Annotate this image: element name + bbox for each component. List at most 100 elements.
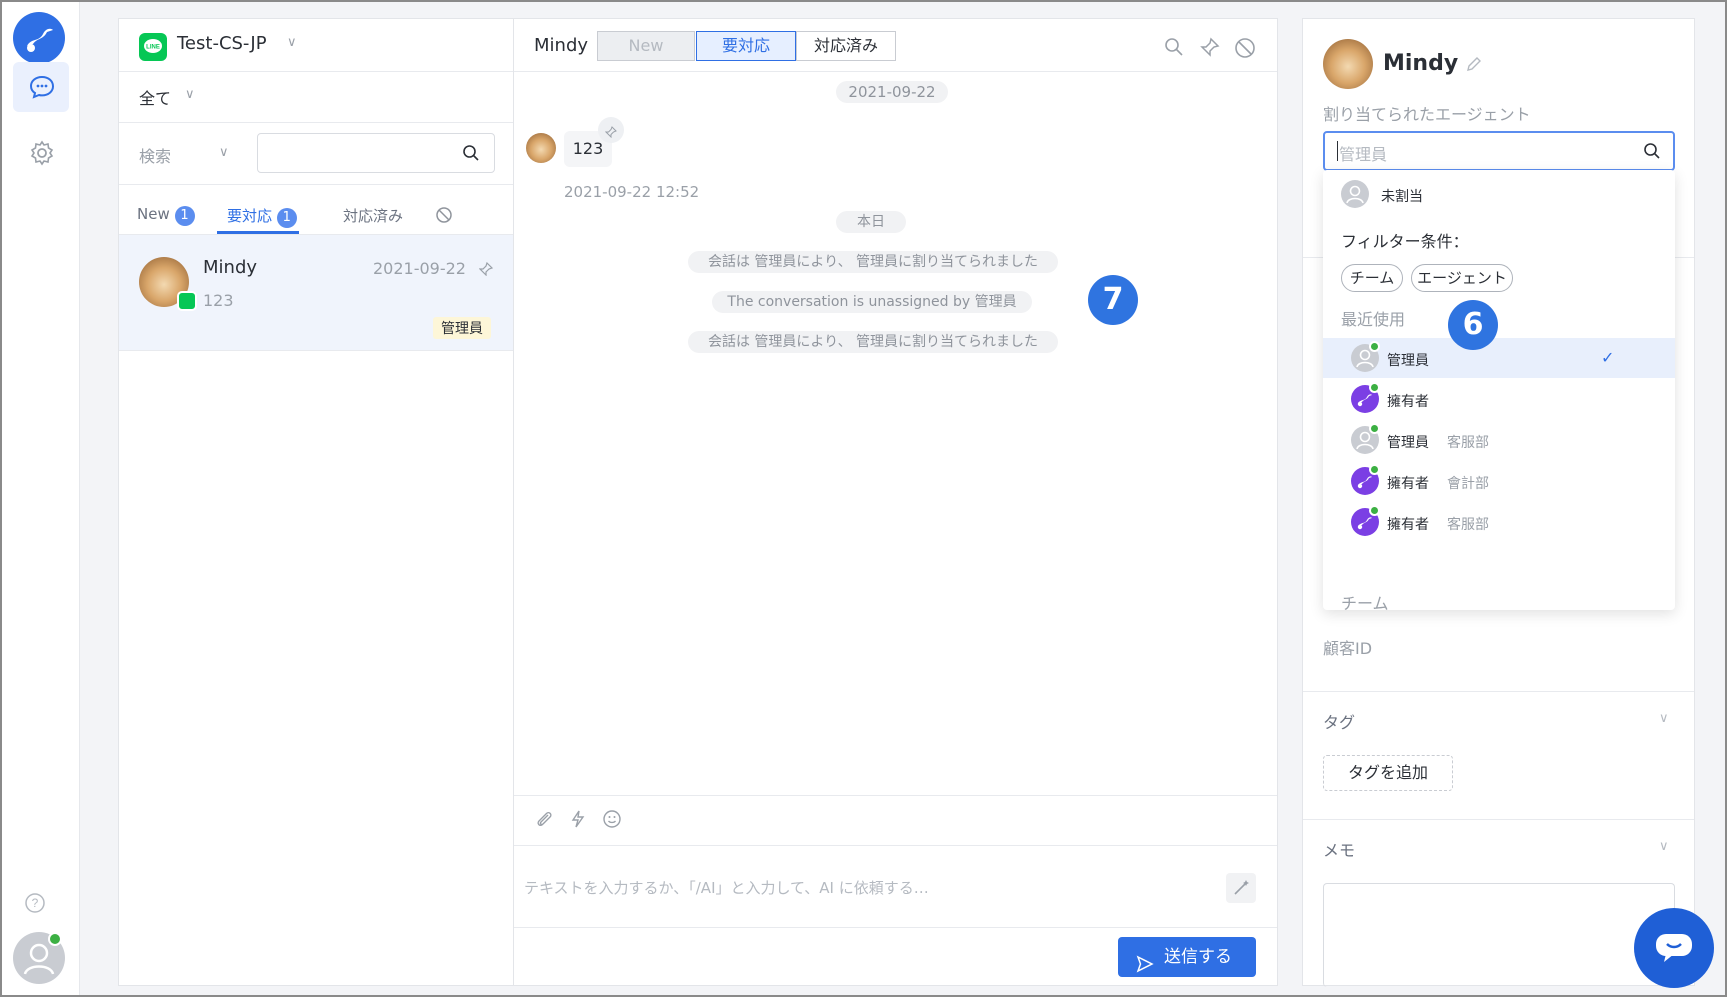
status-needs-response-button[interactable]: 要対応 xyxy=(696,31,796,61)
chat-bubble-icon xyxy=(1654,932,1694,968)
agent-search-input[interactable]: 管理員 xyxy=(1323,131,1675,171)
agent-team: 會計部 xyxy=(1447,476,1489,492)
profile-name: Mindy xyxy=(1383,51,1459,76)
search-icon[interactable] xyxy=(1164,37,1184,61)
unassigned-label: 未割当 xyxy=(1381,189,1423,205)
tab-new[interactable]: New 1 xyxy=(137,205,195,226)
tab-resolved[interactable]: 対応済み xyxy=(343,205,403,226)
edit-icon[interactable] xyxy=(1465,55,1483,77)
line-icon xyxy=(177,291,197,311)
avatar xyxy=(1323,39,1373,89)
left-rail: ? xyxy=(2,2,80,995)
chevron-down-icon[interactable]: ∨ xyxy=(219,145,229,160)
tags-label: タグ xyxy=(1323,713,1356,732)
conversation-name: Mindy xyxy=(203,257,258,278)
line-icon: LINE xyxy=(139,33,167,61)
status-resolved-button[interactable]: 対応済み xyxy=(796,31,896,61)
filter-label: フィルター条件： xyxy=(1341,232,1469,251)
search-icon[interactable] xyxy=(462,144,480,166)
pin-icon[interactable] xyxy=(478,261,494,280)
system-message: 会話は 管理員により、 管理員に割り当てられました xyxy=(688,251,1058,273)
svg-text:LINE: LINE xyxy=(146,45,160,51)
tab-count-badge: 1 xyxy=(276,208,297,228)
chat-bubble-icon xyxy=(29,74,55,104)
filter-chip-agent[interactable]: エージェント xyxy=(1411,264,1513,292)
tab-label: 対応済み xyxy=(343,207,404,225)
chevron-down-icon[interactable]: ∨ xyxy=(1659,711,1669,726)
tab-needs-response[interactable]: 要対応 1 xyxy=(227,205,297,228)
date-header: 2021-09-22 xyxy=(836,81,948,103)
help-icon[interactable]: ? xyxy=(24,892,46,918)
system-message: The conversation is unassigned by 管理員 xyxy=(712,291,1032,313)
nav-settings-button[interactable] xyxy=(13,128,69,178)
callout-badge: 6 xyxy=(1448,300,1498,350)
chat-panel: Mindy New 要対応 対応済み 2021-09-22 123 2021-0… xyxy=(514,18,1278,986)
magic-wand-icon[interactable] xyxy=(1226,873,1256,903)
send-label: 送信する xyxy=(1164,947,1232,967)
conversation-date: 2021-09-22 xyxy=(373,259,466,278)
brand-logo-icon[interactable] xyxy=(13,12,65,64)
online-status-dot xyxy=(1369,382,1380,393)
filter-chip-team[interactable]: チーム xyxy=(1341,264,1403,292)
search-icon[interactable] xyxy=(1643,142,1661,164)
lightning-icon[interactable] xyxy=(568,809,588,833)
blocked-icon[interactable] xyxy=(435,206,453,228)
conversation-list-item[interactable]: Mindy 2021-09-22 123 管理員 xyxy=(119,235,513,350)
today-divider: 本日 xyxy=(836,211,906,233)
unassigned-option[interactable]: 未割当 xyxy=(1323,174,1675,214)
system-message: 会話は 管理員により、 管理員に割り当てられました xyxy=(688,331,1058,353)
avatar xyxy=(526,133,556,163)
send-button[interactable]: 送信する xyxy=(1118,937,1256,977)
nav-conversations-button[interactable] xyxy=(13,62,69,112)
gear-icon xyxy=(29,140,55,170)
person-icon xyxy=(1341,180,1369,208)
agent-name: 擁有者 xyxy=(1387,394,1429,410)
agent-name: 擁有者 xyxy=(1387,476,1429,492)
online-status-dot xyxy=(1369,423,1380,434)
chevron-down-icon[interactable]: ∨ xyxy=(1659,839,1669,854)
message-time: 2021-09-22 12:52 xyxy=(564,183,700,201)
online-status-dot xyxy=(1369,505,1380,516)
agent-name: 管理員 xyxy=(1387,435,1429,451)
pin-icon[interactable] xyxy=(1200,37,1220,61)
chevron-down-icon[interactable]: ∨ xyxy=(287,35,297,50)
memo-textarea[interactable] xyxy=(1323,883,1675,987)
recent-label: 最近使用 xyxy=(1341,310,1406,329)
emoji-icon[interactable] xyxy=(602,809,622,833)
agent-search-placeholder: 管理員 xyxy=(1339,145,1388,164)
filter-all[interactable]: 全て xyxy=(139,85,171,109)
agent-name: 管理員 xyxy=(1387,353,1429,369)
search-input[interactable] xyxy=(257,133,495,173)
callout-badge: 7 xyxy=(1088,275,1138,325)
agent-option[interactable]: 擁有者 客服部 xyxy=(1323,502,1675,542)
online-status-dot xyxy=(1369,464,1380,475)
checkmark-icon: ✓ xyxy=(1601,348,1615,367)
message-input[interactable]: テキストを入力するか、「/AI」と入力して、AI に依頼する… xyxy=(524,877,1190,899)
add-tag-button[interactable]: タグを追加 xyxy=(1323,755,1453,791)
text-cursor xyxy=(1337,141,1338,161)
chevron-down-icon[interactable]: ∨ xyxy=(185,87,195,102)
agent-option[interactable]: 管理員 ✓ xyxy=(1323,338,1675,378)
agent-option[interactable]: 擁有者 xyxy=(1323,379,1675,419)
memo-label: メモ xyxy=(1323,841,1356,860)
agent-tag: 管理員 xyxy=(433,317,491,339)
agent-option[interactable]: 管理員 客服部 xyxy=(1323,420,1675,460)
attachment-icon[interactable] xyxy=(534,809,554,833)
tab-label: New xyxy=(137,205,170,223)
send-icon xyxy=(1136,948,1154,988)
search-field-select[interactable]: 検索 xyxy=(139,143,171,167)
agent-option[interactable]: 擁有者 會計部 xyxy=(1323,461,1675,501)
pin-icon xyxy=(604,123,617,142)
assigned-agent-label: 割り当てられたエージェント xyxy=(1323,105,1531,124)
blocked-icon[interactable] xyxy=(1234,37,1256,63)
online-status-dot xyxy=(1369,341,1380,352)
agent-team: 客服部 xyxy=(1447,435,1489,451)
status-new-button[interactable]: New xyxy=(597,31,695,61)
chat-launcher-button[interactable] xyxy=(1634,908,1714,988)
tab-label: 要対応 xyxy=(227,207,273,225)
agent-team: 客服部 xyxy=(1447,517,1489,533)
pin-message-button[interactable] xyxy=(598,117,624,143)
channel-name[interactable]: Test-CS-JP xyxy=(177,33,267,54)
customer-id-label: 顧客ID xyxy=(1323,639,1373,658)
agent-name: 擁有者 xyxy=(1387,517,1429,533)
